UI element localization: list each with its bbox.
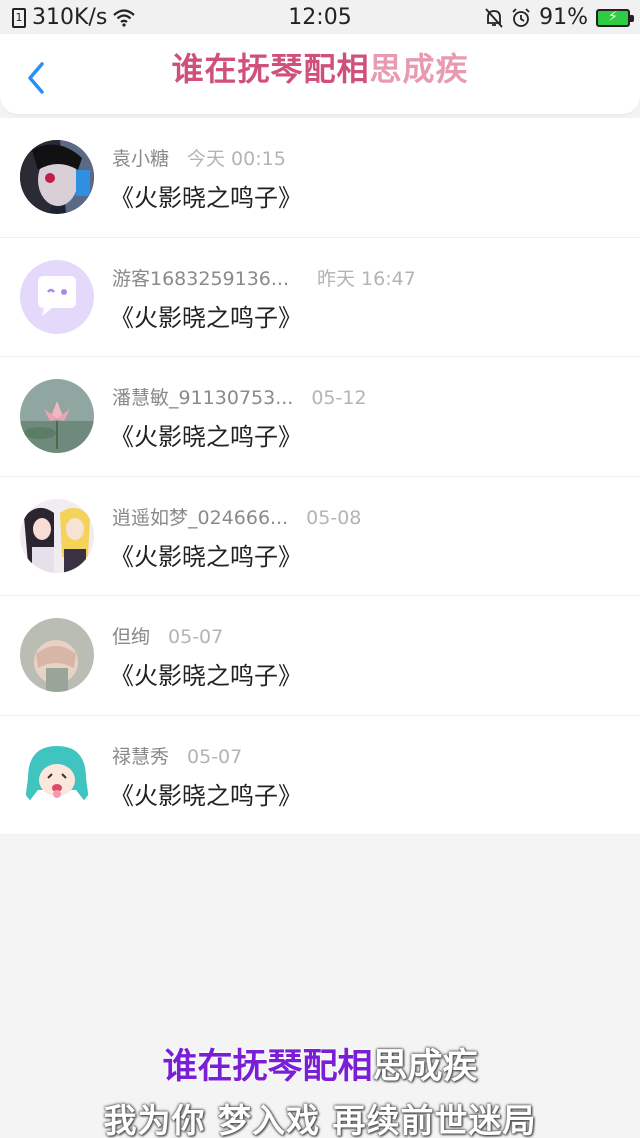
sender-name: 潘慧敏_91130753... [112,387,294,409]
sender-line: 游客1683259136... 昨天 16:47 [112,264,416,291]
sender-name: 但绚 [112,626,151,648]
message-time: 今天 00:15 [187,148,286,170]
message-time: 05-07 [168,626,224,648]
message-text: 《火影晓之鸣子》 [110,542,302,571]
avatar[interactable] [20,498,94,573]
lyric-line-current: 谁在抚琴配相思成疾 [0,1038,640,1089]
list-item[interactable]: 潘慧敏_91130753... 05-12 《火影晓之鸣子》 [0,357,640,477]
page-title-rest: 思成疾 [369,50,469,88]
message-time: 昨天 16:47 [317,267,416,290]
lyric-sung-part: 谁在抚琴配相 [162,1047,373,1087]
message-time: 05-07 [187,745,243,768]
message-text: 《火影晓之鸣子》 [110,303,302,332]
avatar[interactable] [20,140,94,214]
lyric-line-next: 我为你 梦入戏 再续前世迷局 [103,1101,537,1138]
list-item[interactable]: 袁小糖 今天 00:15 《火影晓之鸣子》 [0,118,640,238]
sender-line: 袁小糖 今天 00:15 [112,144,286,171]
avatar[interactable] [20,737,94,812]
sender-name: 禄慧秀 [112,745,170,768]
avatar-image [20,259,94,334]
message-list: 袁小糖 今天 00:15 《火影晓之鸣子》 游客1683259136... 昨天 1… [0,118,640,835]
list-item[interactable]: 逍遥如梦_024666... 05-08 《火影晓之鸣子》 [0,477,640,596]
message-text: 《火影晓之鸣子》 [110,662,302,690]
message-text: 《火影晓之鸣子》 [110,184,302,212]
sender-line: 潘慧敏_91130753... 05-12 [112,383,367,410]
list-item[interactable]: 禄慧秀 05-07 《火影晓之鸣子》 [0,716,640,835]
list-item[interactable]: 但绚 05-07 《火影晓之鸣子》 [0,596,640,716]
message-text: 《火影晓之鸣子》 [110,423,302,451]
message-text: 《火影晓之鸣子》 [110,781,302,810]
mute-bell-icon [485,7,503,28]
avatar[interactable] [20,259,94,334]
avatar-image [20,498,94,573]
avatar-image [20,618,94,692]
avatar[interactable] [20,379,94,453]
sender-name: 游客1683259136... [112,267,290,290]
battery-icon: ⚡ [596,8,634,27]
battery-percent: 91% [539,5,588,30]
avatar[interactable] [20,618,94,692]
lyric-unsung-part: 思成疾 [372,1047,478,1087]
alarm-clock-icon [512,7,530,27]
nav-header: 谁在抚琴配相思成疾 [0,34,640,114]
sender-name: 逍遥如梦_024666... [112,506,289,529]
avatar-image [20,737,94,812]
avatar-image [20,379,94,453]
message-time: 05-12 [311,387,367,409]
avatar-image [20,140,94,214]
sender-line: 但绚 05-07 [112,622,223,649]
sender-name: 袁小糖 [112,148,170,170]
sender-line: 逍遥如梦_024666... 05-08 [112,503,361,530]
status-bar: 1 310K/s 12:05 91% ⚡ [0,0,640,34]
page-title-highlight: 谁在抚琴配相 [171,50,370,88]
message-time: 05-08 [306,506,362,529]
sender-line: 禄慧秀 05-07 [112,742,242,769]
page-title: 谁在抚琴配相思成疾 [0,44,640,90]
list-item[interactable]: 游客1683259136... 昨天 16:47 《火影晓之鸣子》 [0,238,640,357]
status-right: 91% ⚡ [485,5,634,30]
